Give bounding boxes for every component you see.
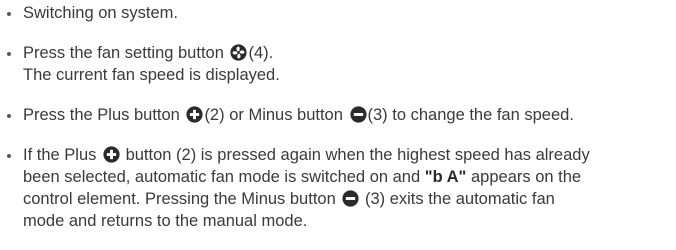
- item-text: appears on the: [470, 168, 582, 186]
- item-text: button (2) is pressed again when the hig…: [125, 146, 590, 164]
- item-text: (3) exits the automatic fan: [364, 190, 555, 208]
- plus-circle-icon: [103, 146, 120, 163]
- bullet: [7, 12, 11, 16]
- item-text: Press the fan setting button: [23, 44, 224, 62]
- bullet: [7, 114, 11, 118]
- item-text: (3) to change the fan speed.: [367, 106, 574, 124]
- item-text: Press the Plus button: [23, 106, 180, 124]
- bullet: [7, 154, 11, 158]
- item-text: (2) or Minus button: [204, 106, 343, 124]
- item-text: been selected, automatic fan mode is swi…: [23, 168, 421, 186]
- plus-circle-icon: [186, 106, 204, 123]
- item-text: mode and returns to the manual mode.: [23, 212, 308, 230]
- item-text: The current fan speed is displayed.: [23, 66, 280, 84]
- item-text: If the Plus: [23, 146, 97, 164]
- display-code: "b A": [424, 168, 467, 186]
- bullet: [7, 52, 11, 56]
- fan-icon: [230, 44, 248, 61]
- item-text: Switching on system.: [23, 4, 178, 22]
- minus-circle-icon: [349, 106, 367, 123]
- item-text: control element. Pressing the Minus butt…: [23, 190, 336, 208]
- item-text: (4).: [248, 44, 274, 62]
- instruction-list: Switching on system. Press the fan setti…: [0, 0, 676, 250]
- minus-circle-icon: [342, 190, 359, 207]
